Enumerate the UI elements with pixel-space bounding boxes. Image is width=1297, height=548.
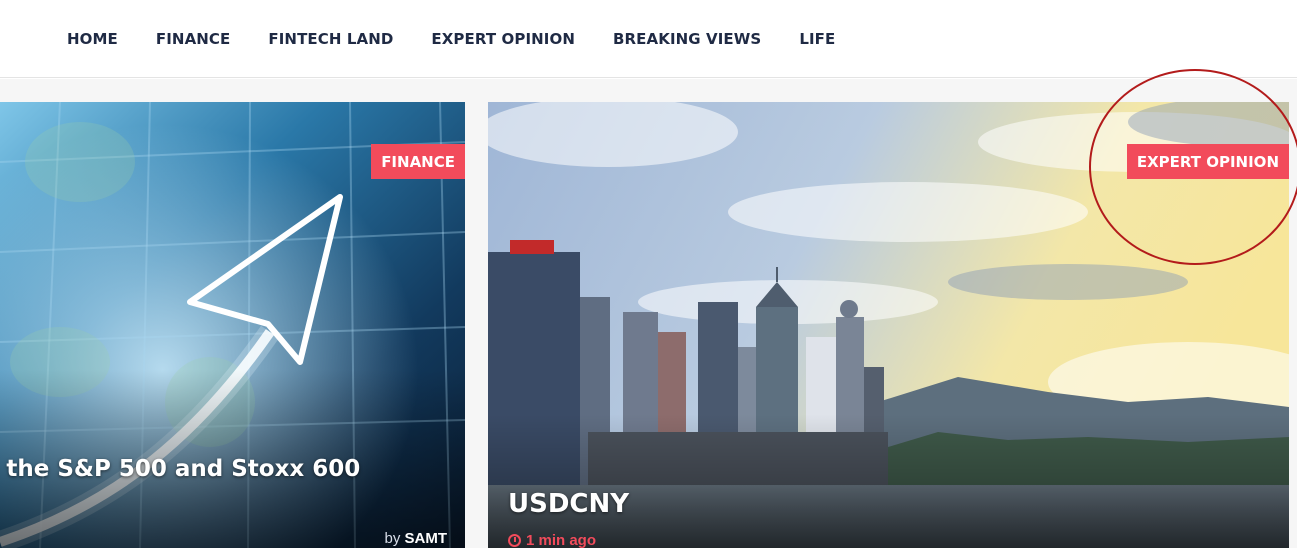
- category-badge-expert-opinion[interactable]: EXPERT OPINION: [1126, 144, 1289, 179]
- featured-card-expert-opinion[interactable]: EXPERT OPINION USDCNY 1 min ago: [488, 102, 1289, 548]
- nav-fintech-land[interactable]: FINTECH LAND: [268, 30, 393, 48]
- nav-expert-opinion[interactable]: EXPERT OPINION: [431, 30, 575, 48]
- nav-breaking-views[interactable]: BREAKING VIEWS: [613, 30, 761, 48]
- nav-finance[interactable]: FINANCE: [156, 30, 231, 48]
- author-link[interactable]: SAMT: [405, 530, 448, 547]
- clock-icon: [508, 534, 521, 547]
- page: HOME FINANCE FINTECH LAND EXPERT OPINION…: [0, 0, 1297, 548]
- post-time: 1 min ago: [508, 532, 596, 548]
- nav-life[interactable]: LIFE: [799, 30, 835, 48]
- category-badge-finance[interactable]: FINANCE: [371, 144, 465, 179]
- byline-prefix: by: [384, 530, 405, 547]
- main-navigation: HOME FINANCE FINTECH LAND EXPERT OPINION…: [0, 0, 1297, 78]
- post-time-label: 1 min ago: [526, 532, 597, 548]
- headline-finance[interactable]: n the S&P 500 and Stoxx 600: [0, 456, 360, 482]
- byline: by SAMT: [384, 530, 447, 547]
- nav-home[interactable]: HOME: [67, 30, 118, 48]
- featured-card-finance[interactable]: FINANCE n the S&P 500 and Stoxx 600 by S…: [0, 102, 465, 548]
- headline-usdcny[interactable]: USDCNY: [508, 489, 629, 519]
